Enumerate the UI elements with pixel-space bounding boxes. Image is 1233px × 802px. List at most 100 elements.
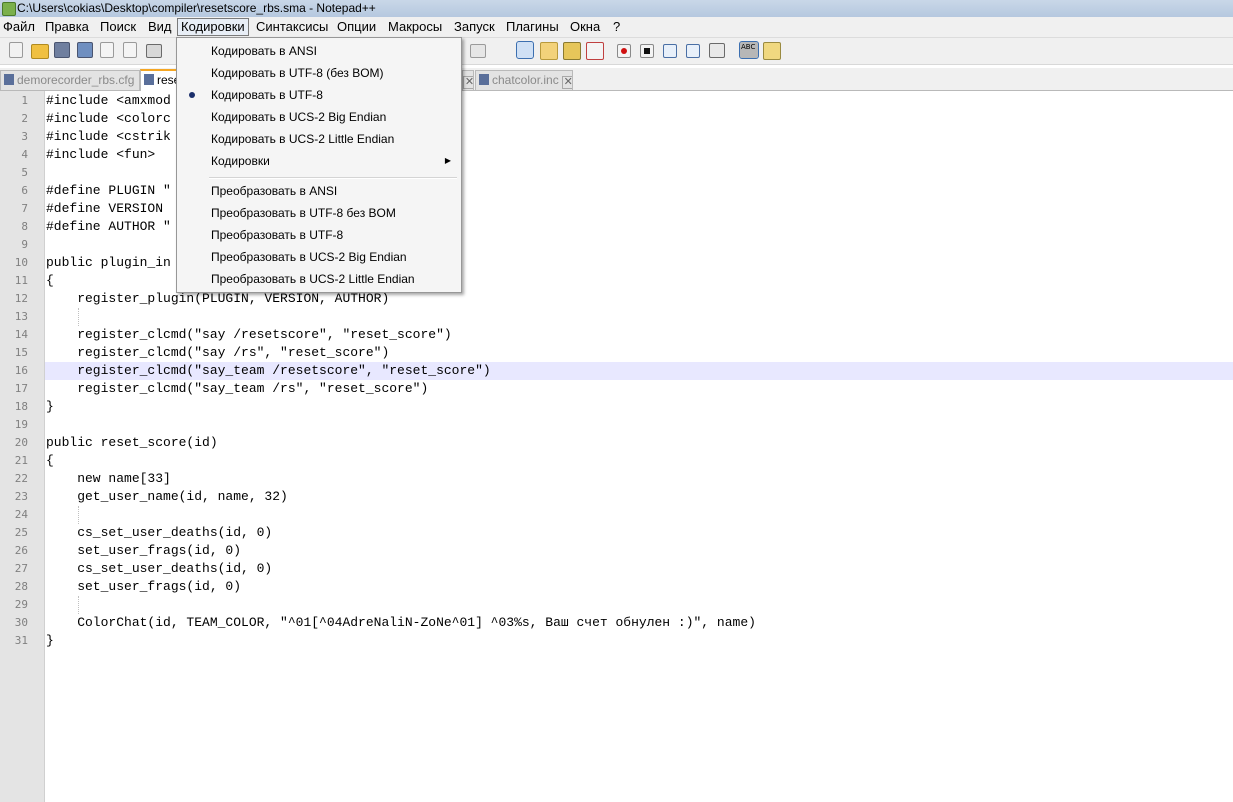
radio-selected-icon: [189, 92, 195, 98]
code-line-text: #include <colorc: [46, 111, 171, 126]
code-line-text: #include <cstrik: [46, 129, 171, 144]
menu-item-encode-utf8[interactable]: Кодировать в UTF-8: [179, 84, 459, 106]
line-number: 26: [14, 544, 28, 557]
code-line-text: new name[33]: [46, 471, 171, 486]
menu-item-convert-ucs2-le[interactable]: Преобразовать в UCS-2 Little Endian: [179, 268, 459, 290]
code-line-text: cs_set_user_deaths(id, 0): [46, 525, 273, 540]
line-number: 10: [14, 256, 28, 269]
code-line[interactable]: {: [45, 452, 1233, 470]
code-line-text: ColorChat(id, TEAM_COLOR, "^01[^04AdreNa…: [46, 615, 756, 630]
line-number: 20: [14, 436, 28, 449]
menu-view[interactable]: Вид: [145, 19, 175, 35]
print-icon[interactable]: [146, 44, 162, 58]
folder-icon[interactable]: [563, 42, 581, 60]
save-icon[interactable]: [54, 42, 70, 58]
close-icon[interactable]: ✕: [463, 76, 473, 89]
line-number: 30: [14, 616, 28, 629]
indent-guide: [78, 596, 79, 614]
menu-item-convert-utf8-nobom[interactable]: Преобразовать в UTF-8 без BOM: [179, 202, 459, 224]
function-list-icon[interactable]: [586, 42, 604, 60]
menu-plugins[interactable]: Плагины: [503, 19, 562, 35]
code-line[interactable]: set_user_frags(id, 0): [45, 542, 1233, 560]
file-icon: [479, 74, 489, 85]
code-line[interactable]: }: [45, 632, 1233, 650]
code-line-text: register_clcmd("say /rs", "reset_score"): [46, 345, 390, 360]
menu-macros[interactable]: Макросы: [385, 19, 445, 35]
menu-windows[interactable]: Окна: [567, 19, 603, 35]
line-number: 2: [21, 112, 28, 125]
menu-item-convert-ucs2-be[interactable]: Преобразовать в UCS-2 Big Endian: [179, 246, 459, 268]
code-line[interactable]: ColorChat(id, TEAM_COLOR, "^01[^04AdreNa…: [45, 614, 1233, 632]
code-line[interactable]: cs_set_user_deaths(id, 0): [45, 560, 1233, 578]
tab-chatcolor[interactable]: chatcolor.inc ✕: [475, 70, 573, 90]
code-line-text: set_user_frags(id, 0): [46, 543, 242, 558]
menu-item-encodings-submenu[interactable]: Кодировки ▶: [179, 150, 459, 172]
line-number: 21: [14, 454, 28, 467]
menu-help[interactable]: ?: [610, 19, 623, 35]
encoding-dropdown-menu: Кодировать в ANSI Кодировать в UTF-8 (бе…: [176, 37, 462, 293]
stop-macro-icon[interactable]: [640, 44, 654, 58]
code-line-text: register_clcmd("say_team /rs", "reset_sc…: [46, 381, 429, 396]
code-line[interactable]: }: [45, 398, 1233, 416]
code-line[interactable]: register_clcmd("say /resetscore", "reset…: [45, 326, 1233, 344]
notepadpp-app-icon: [2, 2, 16, 16]
menu-run[interactable]: Запуск: [451, 19, 498, 35]
save-macro-icon[interactable]: [709, 43, 725, 58]
indent-guide: [78, 308, 79, 326]
menu-item-encode-utf8-nobom[interactable]: Кодировать в UTF-8 (без BOM): [179, 62, 459, 84]
code-line[interactable]: [45, 506, 1233, 524]
menu-syntax[interactable]: Синтаксисы: [253, 19, 331, 35]
menu-file[interactable]: Файл: [0, 19, 38, 35]
code-line[interactable]: [45, 596, 1233, 614]
file-icon: [144, 74, 154, 85]
code-line-text: #define VERSION: [46, 201, 164, 216]
close-all-icon[interactable]: [123, 42, 137, 58]
run-macro-multiple-icon[interactable]: [686, 44, 700, 58]
line-number: 12: [14, 292, 28, 305]
close-icon[interactable]: ✕: [561, 76, 572, 89]
tab-resetscore[interactable]: rese: [140, 69, 178, 91]
tab-hidden-close[interactable]: ✕: [462, 70, 474, 90]
record-macro-icon[interactable]: [617, 44, 631, 58]
menu-search[interactable]: Поиск: [97, 19, 139, 35]
menu-item-convert-utf8[interactable]: Преобразовать в UTF-8: [179, 224, 459, 246]
new-file-icon[interactable]: [9, 42, 23, 58]
save-all-icon[interactable]: [77, 42, 93, 58]
play-macro-icon[interactable]: [663, 44, 677, 58]
code-line-text: }: [46, 399, 54, 414]
code-line[interactable]: new name[33]: [45, 470, 1233, 488]
menu-item-encode-ansi[interactable]: Кодировать в ANSI: [179, 40, 459, 62]
line-number: 3: [21, 130, 28, 143]
code-line[interactable]: register_clcmd("say_team /rs", "reset_sc…: [45, 380, 1233, 398]
indent-guide-icon[interactable]: [540, 42, 558, 60]
close-icon[interactable]: [100, 42, 114, 58]
menu-item-encode-ucs2-le[interactable]: Кодировать в UCS-2 Little Endian: [179, 128, 459, 150]
line-number: 15: [14, 346, 28, 359]
code-line[interactable]: register_clcmd("say /rs", "reset_score"): [45, 344, 1233, 362]
code-line[interactable]: register_clcmd("say_team /resetscore", "…: [45, 362, 1233, 380]
spell-settings-icon[interactable]: [763, 42, 781, 60]
line-number: 1: [21, 94, 28, 107]
menu-encoding[interactable]: Кодировки: [177, 18, 249, 36]
code-line[interactable]: public reset_score(id): [45, 434, 1233, 452]
spell-check-icon[interactable]: ABC: [739, 41, 759, 59]
menu-item-encode-ucs2-be[interactable]: Кодировать в UCS-2 Big Endian: [179, 106, 459, 128]
menu-bar: Файл Правка Поиск Вид Кодировки Синтакси…: [0, 17, 1233, 38]
code-line[interactable]: cs_set_user_deaths(id, 0): [45, 524, 1233, 542]
tab-demorecorder[interactable]: demorecorder_rbs.cfg: [0, 70, 140, 90]
menu-item-convert-ansi[interactable]: Преобразовать в ANSI: [179, 180, 459, 202]
code-line-text: cs_set_user_deaths(id, 0): [46, 561, 273, 576]
code-line-text: get_user_name(id, name, 32): [46, 489, 288, 504]
menu-edit[interactable]: Правка: [42, 19, 92, 35]
code-line[interactable]: set_user_frags(id, 0): [45, 578, 1233, 596]
code-line[interactable]: [45, 308, 1233, 326]
code-line[interactable]: [45, 416, 1233, 434]
line-number: 9: [21, 238, 28, 251]
word-wrap-icon[interactable]: [470, 44, 486, 58]
line-number: 13: [14, 310, 28, 323]
open-file-icon[interactable]: [31, 44, 49, 59]
show-all-chars-icon[interactable]: [516, 41, 534, 59]
menu-options[interactable]: Опции: [334, 19, 379, 35]
line-number: 28: [14, 580, 28, 593]
code-line[interactable]: get_user_name(id, name, 32): [45, 488, 1233, 506]
